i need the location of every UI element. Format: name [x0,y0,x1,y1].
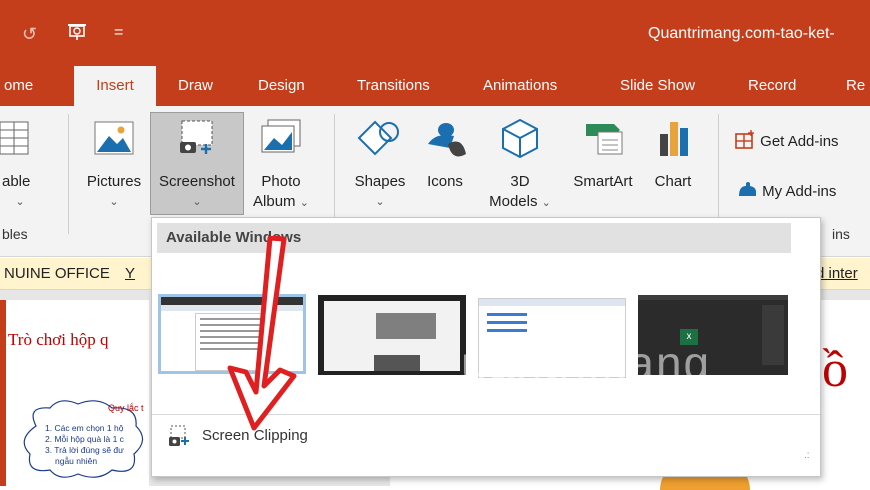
pictures-button[interactable]: Pictures ⌄ [80,118,148,212]
customize-toolbar-icon[interactable]: = [114,24,123,42]
window-thumbnail-2[interactable] [318,295,466,375]
my-addins-label: My Add-ins [762,183,837,200]
tab-insert[interactable]: Insert [74,66,156,106]
smartart-label: SmartArt [573,173,633,190]
screenshot-button[interactable]: Screenshot ⌄ [150,118,244,212]
smartart-button[interactable]: SmartArt [565,118,641,192]
chevron-down-icon: ⌄ [541,197,551,209]
tables-group-label: bles [2,226,28,242]
3d-models-label-1: 3D [510,173,530,190]
slide-thumb-title: Trò chơi hộp q [8,330,109,349]
red-arrow-annotation [227,236,297,431]
tab-home[interactable]: ome [4,66,33,106]
group-separator [334,114,335,234]
shapes-button[interactable]: Shapes ⌄ [346,118,414,212]
icons-icon [428,123,466,157]
cloud-heading: Quy lắc t [108,403,144,413]
present-from-start-icon[interactable] [66,22,90,47]
3d-models-button[interactable]: 3D Models ⌄ [480,118,560,213]
get-addins-button[interactable]: Get Add-ins [734,130,870,152]
chevron-down-icon: ⌄ [109,196,119,208]
tab-slide-show[interactable]: Slide Show [620,66,695,106]
selected-slide-indicator [0,300,6,486]
screenshot-icon [180,120,213,154]
undo-icon[interactable]: ↺ [22,24,37,45]
get-addins-label: Get Add-ins [760,133,839,150]
chart-label: Chart [654,173,692,190]
document-title: Quantrimang.com-tao-ket- [648,25,835,42]
chart-icon [660,122,688,156]
cloud-line: 1. Các em chọn 1 hộ [45,423,124,433]
table-icon [0,121,29,155]
tab-animations[interactable]: Animations [483,66,557,106]
addins-group-label: ins [832,226,850,242]
group-separator [68,114,69,234]
ribbon-tabs: ome Insert Draw Design Transitions Anima… [0,66,870,106]
warning-text: NUINE OFFICE [4,265,110,282]
store-icon [735,130,754,149]
chart-button[interactable]: Chart [644,118,702,192]
title-bar: ↺ = Quantrimang.com-tao-ket- [0,0,870,66]
pictures-icon [94,121,134,155]
photo-album-label-1: Photo [261,173,301,190]
icons-button[interactable]: Icons [418,118,472,192]
3d-cube-icon [502,118,538,158]
tab-review[interactable]: Re [846,66,865,106]
tab-record[interactable]: Record [748,66,796,106]
cloud-text: 1. Các em chọn 1 hộ 2. Mỗi hộp quà là 1 … [45,423,124,467]
shapes-label: Shapes [354,173,406,190]
my-addins-icon [739,182,756,196]
resize-grip-icon[interactable]: .: [804,450,810,461]
chevron-down-icon: ⌄ [192,196,202,208]
cloud-line: 3. Trả lời đúng sẽ đư [45,445,124,455]
shapes-icon [357,120,399,156]
3d-models-label-2: Models [489,193,538,210]
screenshot-label: Screenshot [159,173,235,190]
photo-album-label-2: Album [253,193,296,210]
screen-clipping-icon [169,425,189,446]
watermark: uantrimang [461,337,712,389]
cloud-line: ngẫu nhiên [55,456,98,466]
tab-transitions[interactable]: Transitions [357,66,430,106]
group-separator [718,114,719,234]
photo-album-icon [261,119,301,153]
tab-draw[interactable]: Draw [178,66,213,106]
chevron-down-icon: ⌄ [299,197,309,209]
slide-big-character: ồ [822,341,848,398]
smartart-icon [586,124,623,155]
chevron-down-icon: ⌄ [15,196,25,208]
table-button[interactable]: able ⌄ [0,118,40,212]
tab-design[interactable]: Design [258,66,305,106]
chevron-down-icon: ⌄ [375,196,385,208]
my-addins-button[interactable]: My Add-ins [736,180,870,202]
warning-link-right[interactable]: d inter [816,265,858,282]
pictures-label: Pictures [86,173,142,190]
table-label: able [2,173,31,190]
warning-link[interactable]: Y [125,265,135,282]
icons-label: Icons [427,173,463,190]
cloud-line: 2. Mỗi hộp quà là 1 c [45,434,124,444]
photo-album-button[interactable]: Photo Album ⌄ [246,118,316,213]
